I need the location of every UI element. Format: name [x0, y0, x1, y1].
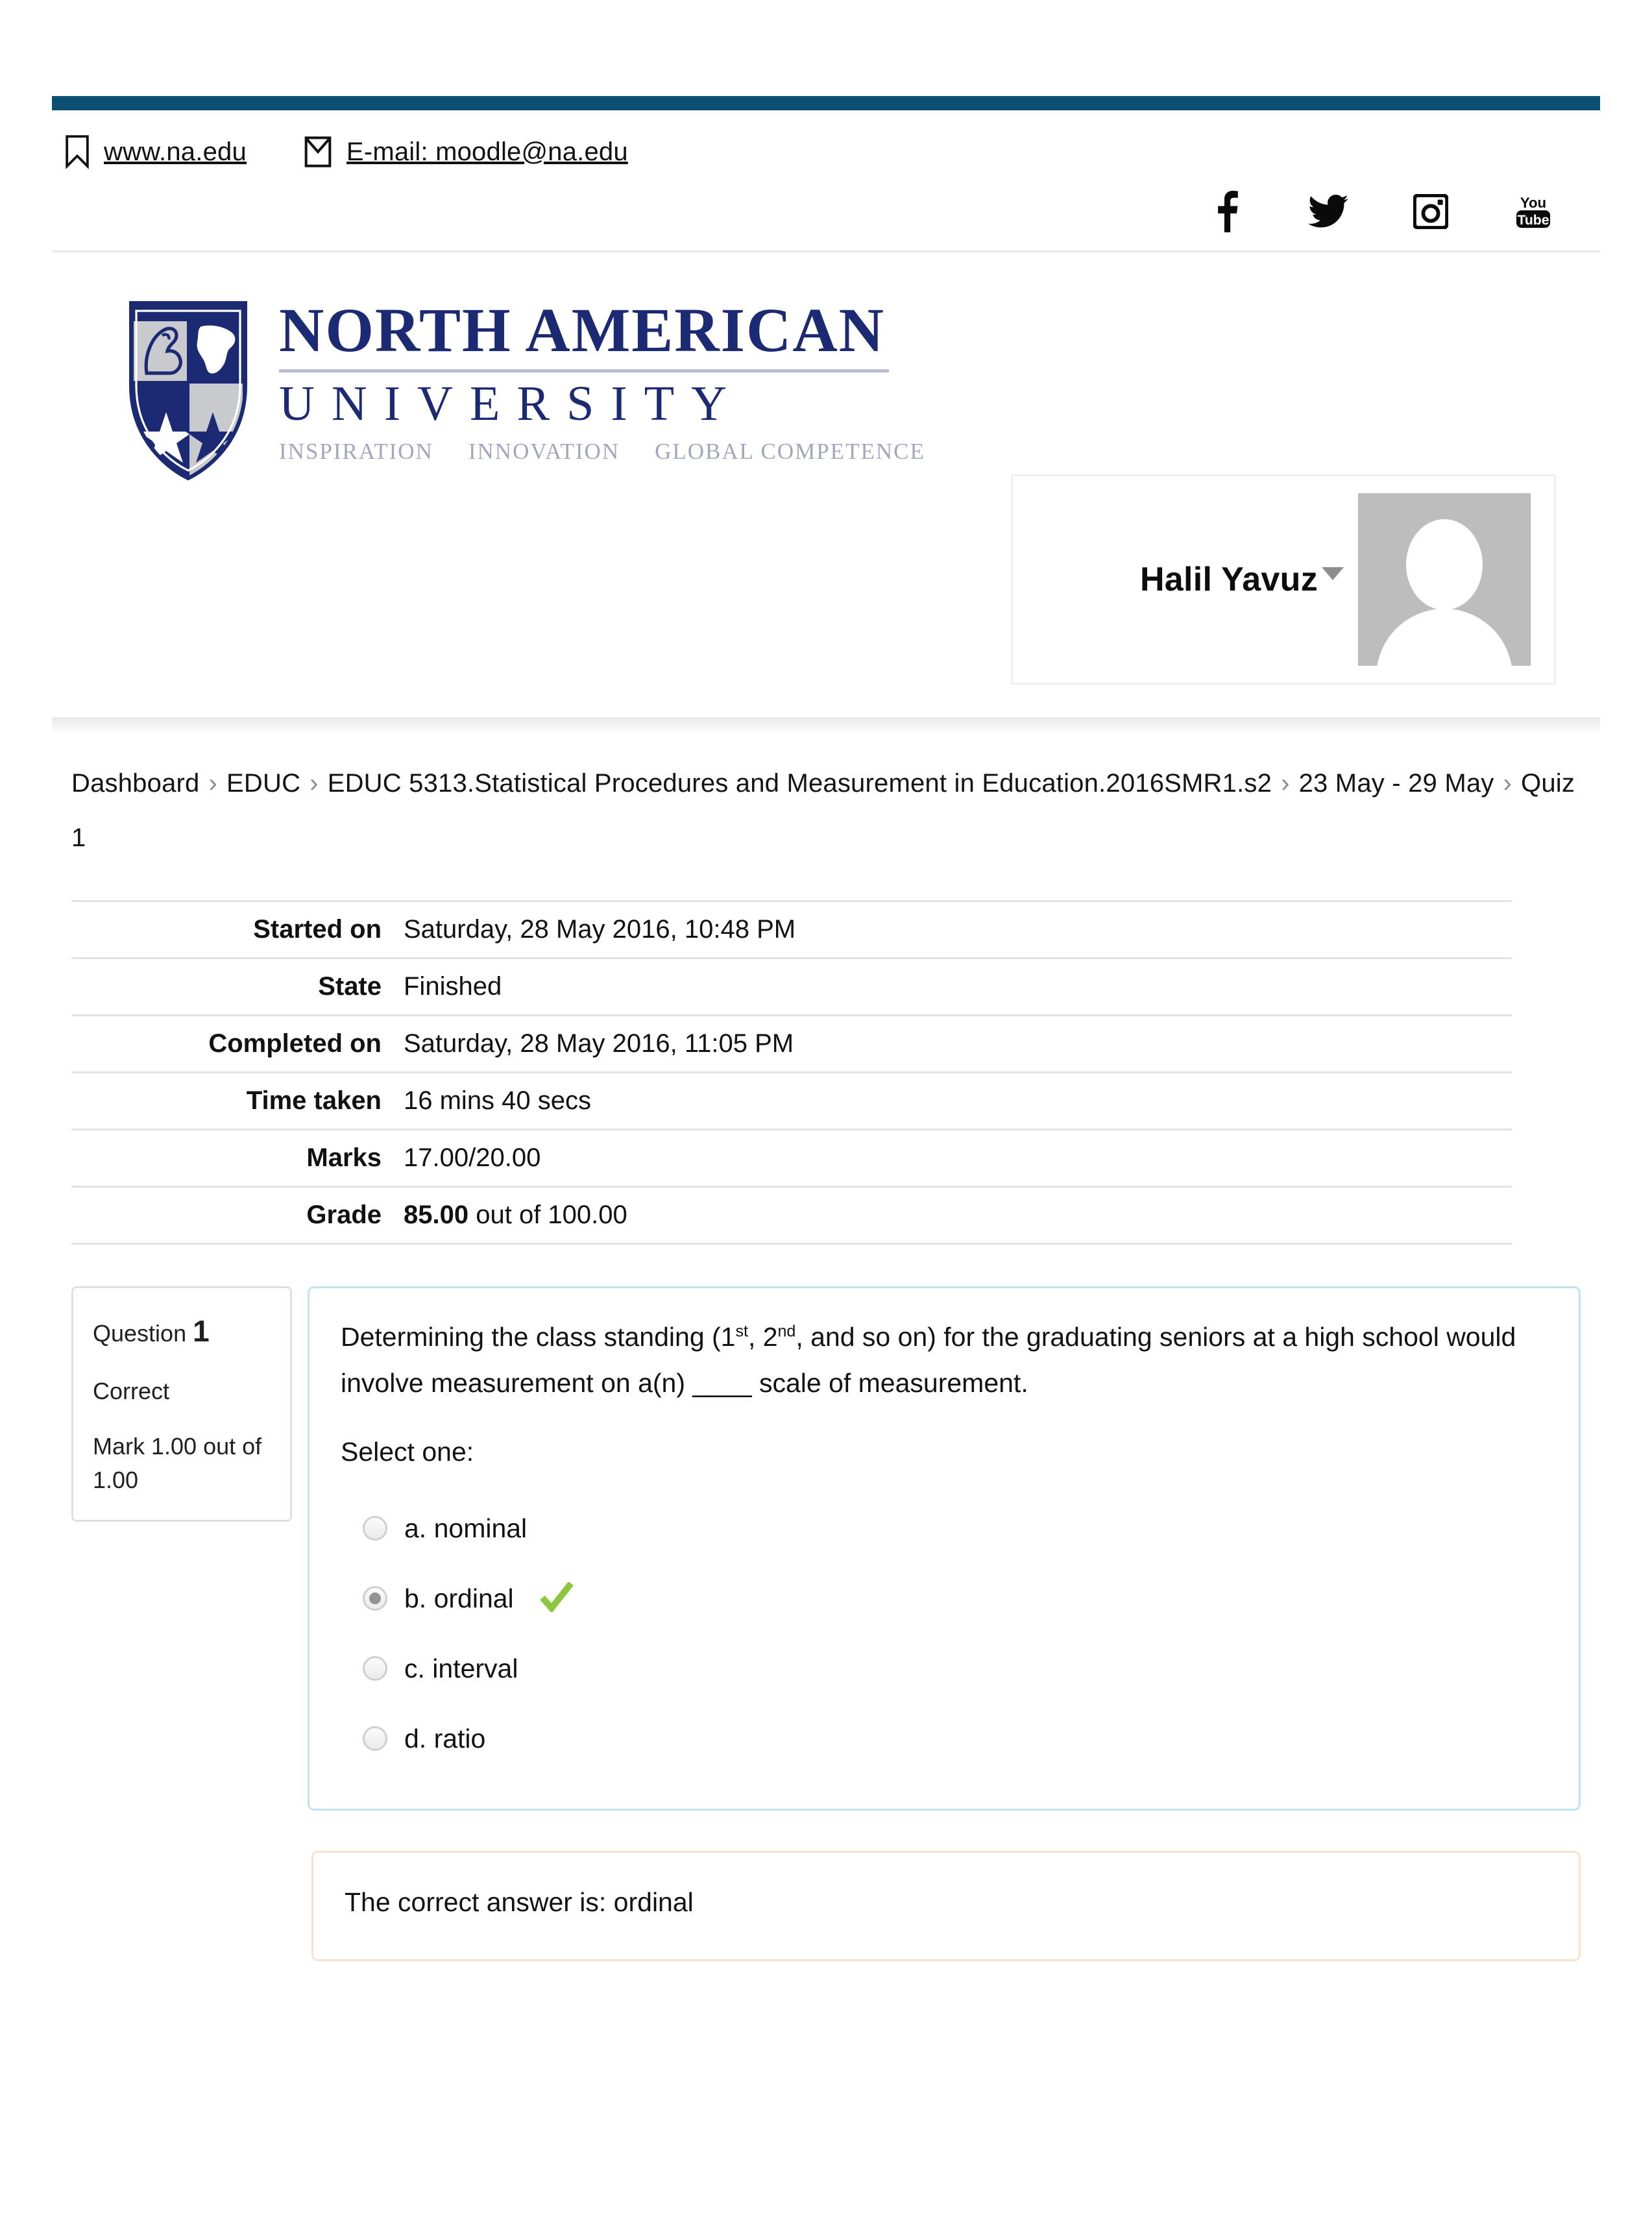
table-row: Started on Saturday, 28 May 2016, 10:48 … — [71, 901, 1512, 959]
user-name[interactable]: Halil Yavuz — [1140, 560, 1344, 599]
wordmark-line-1: NORTH AMERICAN — [279, 295, 885, 365]
wordmark-tagline: INSPIRATION INNOVATION GLOBAL COMPETENCE — [279, 439, 925, 465]
user-name-label: Halil Yavuz — [1139, 561, 1318, 598]
radio-button-c[interactable] — [363, 1656, 387, 1681]
envelope-icon — [304, 136, 332, 168]
radio-button-a[interactable] — [363, 1516, 387, 1541]
question-number-line: Question 1 — [93, 1310, 271, 1352]
question-number: 1 — [193, 1314, 210, 1348]
summary-label-started-on: Started on — [253, 915, 382, 944]
question-word: Question — [93, 1320, 187, 1347]
feedback-panel: The correct answer is: ordinal — [311, 1851, 1581, 1962]
table-row: Marks 17.00/20.00 — [71, 1129, 1512, 1187]
contact-strip: www.na.edu E-mail: moodle@na.edu — [52, 110, 1600, 173]
summary-value-grade: 85.00 out of 100.00 — [396, 1187, 1512, 1244]
breadcrumb-item-course[interactable]: EDUC 5313.Statistical Procedures and Mea… — [328, 769, 1272, 798]
question-info-panel: Question 1 Correct Mark 1.00 out of 1.00 — [71, 1286, 292, 1522]
instagram-link[interactable] — [1408, 189, 1453, 234]
question-text-part2: , 2 — [747, 1322, 778, 1352]
quiz-summary-table: Started on Saturday, 28 May 2016, 10:48 … — [71, 900, 1512, 1245]
answer-options: a. nominal b. ordinal c. interval d. rat… — [341, 1493, 1548, 1774]
answer-label-b: b. ordinal — [404, 1583, 514, 1613]
quiz-review-page: www.na.edu E-mail: moodle@na.edu You Tub… — [0, 96, 1652, 2235]
email-link-label: E-mail: moodle@na.edu — [346, 138, 628, 166]
summary-value-marks: 17.00/20.00 — [404, 1143, 541, 1172]
answer-label-c: c. interval — [404, 1653, 518, 1683]
breadcrumb-separator: › — [310, 769, 319, 798]
breadcrumb-item-educ[interactable]: EDUC — [226, 769, 300, 798]
table-row: Time taken 16 mins 40 secs — [71, 1072, 1512, 1130]
radio-button-d[interactable] — [363, 1726, 387, 1752]
summary-label-marks: Marks — [306, 1143, 382, 1172]
facebook-link[interactable] — [1203, 189, 1248, 234]
bookmark-icon — [65, 135, 90, 169]
email-link[interactable]: E-mail: moodle@na.edu — [304, 136, 628, 168]
breadcrumb-item-week[interactable]: 23 May - 29 May — [1299, 769, 1494, 798]
select-one-label: Select one: — [341, 1437, 474, 1467]
summary-value-time-taken: 16 mins 40 secs — [404, 1086, 592, 1115]
question-mark: Mark 1.00 out of 1.00 — [93, 1433, 262, 1493]
summary-label-completed-on: Completed on — [208, 1029, 382, 1058]
answer-option-c[interactable]: c. interval — [363, 1633, 1548, 1704]
question-superscript-st: st — [735, 1322, 748, 1341]
website-link[interactable]: www.na.edu — [65, 135, 247, 169]
facebook-icon — [1213, 191, 1238, 232]
summary-label-time-taken: Time taken — [246, 1086, 382, 1115]
table-row: Completed on Saturday, 28 May 2016, 11:0… — [71, 1015, 1512, 1073]
answer-label-d: d. ratio — [404, 1723, 486, 1753]
avatar-body — [1376, 609, 1512, 666]
avatar-head — [1406, 519, 1483, 610]
youtube-link[interactable]: You Tube — [1511, 189, 1556, 234]
correct-check-icon — [539, 1581, 574, 1615]
user-menu-row: Halil Yavuz — [52, 474, 1600, 685]
breadcrumb-item-dashboard[interactable]: Dashboard — [71, 769, 199, 798]
breadcrumb-separator: › — [1281, 769, 1290, 798]
top-accent-bar — [52, 96, 1600, 110]
twitter-icon — [1308, 195, 1348, 228]
summary-value-state: Finished — [404, 972, 502, 1001]
summary-label-grade: Grade — [306, 1201, 382, 1229]
university-shield-icon — [123, 293, 253, 481]
social-links: You Tube — [52, 173, 1600, 250]
question-content: Determining the class standing (1st, 2nd… — [308, 1286, 1581, 1811]
answer-option-a[interactable]: a. nominal — [363, 1493, 1548, 1563]
instagram-icon — [1413, 194, 1448, 229]
svg-text:You: You — [1520, 195, 1546, 211]
youtube-icon: You Tube — [1516, 193, 1551, 230]
website-link-label: www.na.edu — [104, 138, 247, 166]
chevron-down-icon — [1322, 567, 1344, 580]
answer-option-b[interactable]: b. ordinal — [363, 1563, 1548, 1633]
question-superscript-nd: nd — [777, 1322, 796, 1341]
tagline-word-1: INSPIRATION — [279, 439, 433, 464]
summary-value-completed-on: Saturday, 28 May 2016, 11:05 PM — [404, 1029, 794, 1058]
feedback-text: The correct answer is: ordinal — [345, 1887, 694, 1918]
wordmark-line-2: UNIVERSITY — [279, 376, 744, 431]
wordmark-rule — [279, 369, 889, 373]
tagline-word-3: GLOBAL COMPETENCE — [655, 439, 925, 464]
summary-value-started-on: Saturday, 28 May 2016, 10:48 PM — [404, 915, 796, 944]
summary-label-state: State — [318, 972, 382, 1001]
site-logo[interactable]: NORTH AMERICAN UNIVERSITY INSPIRATION INN… — [52, 252, 1600, 481]
question-text-part1: Determining the class standing (1 — [341, 1322, 736, 1352]
grade-number: 85.00 — [404, 1201, 469, 1229]
avatar[interactable] — [1358, 493, 1531, 666]
grade-suffix: out of 100.00 — [468, 1201, 627, 1229]
table-row: State Finished — [71, 958, 1512, 1016]
breadcrumb: Dashboard › EDUC › EDUC 5313.Statistical Pro… — [71, 756, 1581, 865]
user-menu[interactable]: Halil Yavuz — [1011, 474, 1556, 685]
radio-button-b[interactable] — [363, 1586, 387, 1611]
svg-text:Tube: Tube — [1517, 213, 1549, 228]
question-state: Correct — [93, 1378, 170, 1405]
breadcrumb-separator: › — [1503, 769, 1512, 798]
tagline-word-2: INNOVATION — [468, 439, 620, 464]
header-shadow — [52, 717, 1600, 734]
answer-option-d[interactable]: d. ratio — [363, 1704, 1548, 1774]
university-wordmark: NORTH AMERICAN UNIVERSITY INSPIRATION INN… — [279, 293, 925, 465]
breadcrumb-separator: › — [208, 769, 218, 798]
table-row: Grade 85.00 out of 100.00 — [71, 1186, 1512, 1244]
answer-label-a: a. nominal — [404, 1513, 528, 1543]
question-text: Determining the class standing (1st, 2nd… — [341, 1314, 1548, 1406]
question-block: Question 1 Correct Mark 1.00 out of 1.00 … — [71, 1286, 1581, 1811]
twitter-link[interactable] — [1306, 189, 1351, 234]
